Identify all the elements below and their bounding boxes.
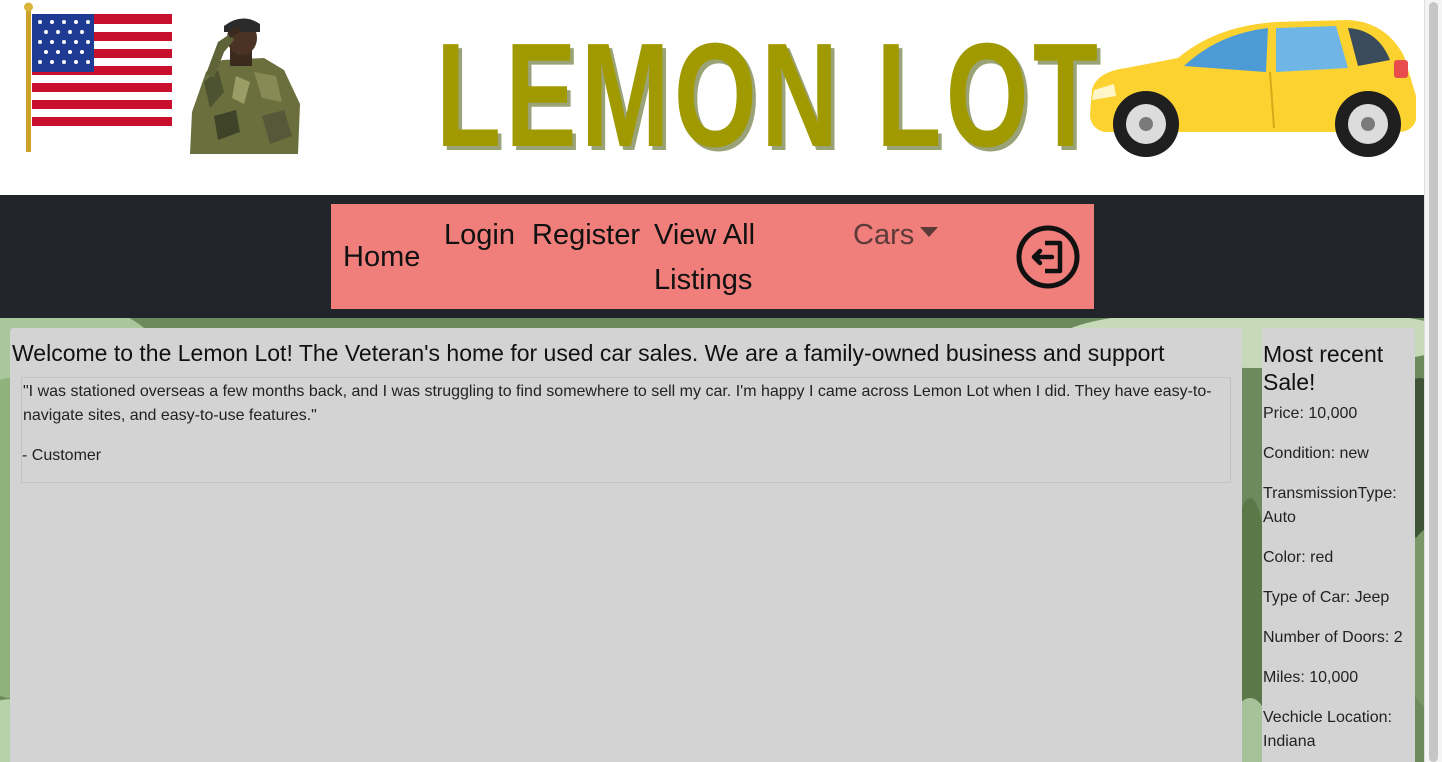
site-header: LEMON LOT (0, 0, 1424, 195)
testimonial-quote: "I was stationed overseas a few months b… (23, 383, 1212, 424)
testimonial-box: "I was stationed overseas a few months b… (21, 377, 1231, 483)
saluting-soldier-icon (190, 18, 300, 154)
caret-down-icon (920, 227, 939, 238)
yellow-car-icon (1090, 20, 1416, 157)
recent-sale-panel: Most recent Sale! Price: 10,000 Conditio… (1262, 328, 1415, 762)
sale-location: Vechicle Location: Indiana (1263, 709, 1392, 750)
page-scrollbar[interactable] (1424, 0, 1442, 762)
nav-home-link[interactable]: Home (343, 235, 420, 280)
nav-cars-dropdown[interactable]: Cars (853, 213, 939, 258)
sale-condition: Condition: new (1263, 445, 1369, 462)
sale-miles: Miles: 10,000 (1263, 669, 1359, 686)
recent-sale-title: Most recent Sale! (1263, 341, 1384, 395)
welcome-panel: Welcome to the Lemon Lot! The Veteran's … (10, 328, 1242, 762)
nav-menu: Home Login Register View All Listings Ca… (331, 204, 1094, 309)
nav-view-all-listings-link[interactable]: View All Listings (654, 213, 774, 303)
main-navbar: Home Login Register View All Listings Ca… (0, 195, 1424, 318)
testimonial-attribution: - Customer (22, 447, 102, 464)
sale-color: Color: red (1263, 549, 1334, 566)
american-flag-icon (24, 2, 172, 152)
sale-transmission: TransmissionType: Auto (1263, 485, 1397, 526)
sale-car-type: Type of Car: Jeep (1263, 589, 1390, 606)
logout-icon[interactable] (1015, 224, 1081, 290)
logo-text: LEMON LOT (436, 13, 1103, 178)
sale-price: Price: 10,000 (1263, 405, 1358, 422)
sale-doors: Number of Doors: 2 (1263, 629, 1403, 646)
lemon-lot-logo: LEMON LOT (436, 22, 1098, 170)
page-content: Welcome to the Lemon Lot! The Veteran's … (0, 318, 1424, 762)
scrollbar-thumb[interactable] (1429, 2, 1438, 762)
nav-login-link[interactable]: Login (444, 213, 515, 258)
recent-sale-details: Price: 10,000 Condition: new Transmissio… (1263, 402, 1413, 762)
nav-register-link[interactable]: Register (532, 213, 640, 258)
welcome-heading: Welcome to the Lemon Lot! The Veteran's … (12, 340, 1165, 366)
nav-cars-label: Cars (853, 219, 915, 251)
